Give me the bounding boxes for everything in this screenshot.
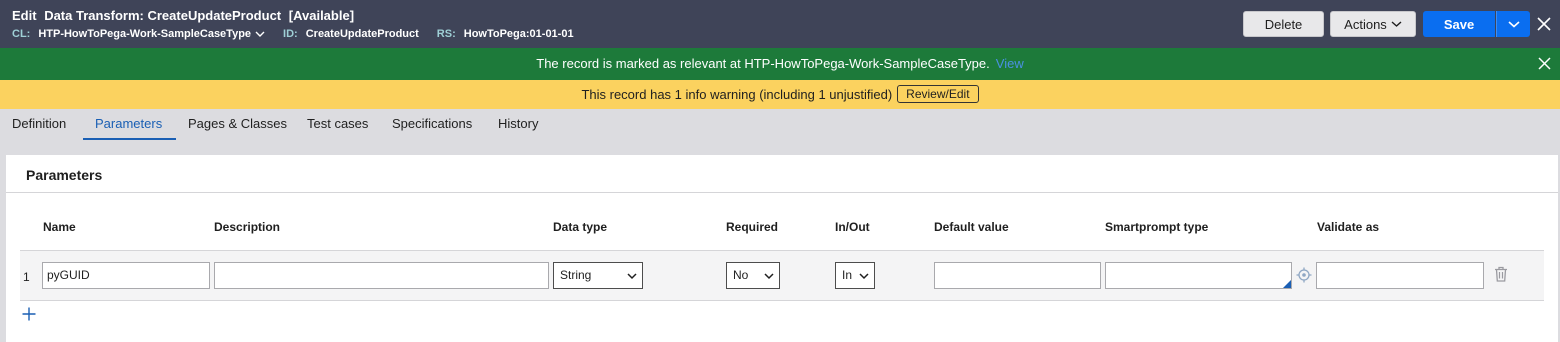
- rs-key: RS:: [436, 28, 456, 40]
- availability-status: [Available]: [288, 8, 355, 23]
- in-out-value: In: [842, 268, 853, 282]
- edit-label: Edit: [12, 8, 37, 23]
- parameter-description-input[interactable]: [214, 262, 549, 289]
- save-label: Save: [1443, 16, 1475, 32]
- id-key: ID:: [283, 28, 298, 40]
- warning-message: This record has 1 info warning (includin…: [581, 86, 893, 102]
- crosshair-icon[interactable]: [1296, 267, 1312, 283]
- warning-banner: This record has 1 info warning (includin…: [0, 80, 1560, 109]
- record-header: Edit Data Transform: CreateUpdateProduct…: [0, 0, 1560, 48]
- trash-icon[interactable]: [1494, 266, 1508, 282]
- column-header-description: Description: [214, 220, 281, 234]
- tab-bar: Definition Parameters Pages & Classes Te…: [0, 109, 1560, 141]
- close-icon[interactable]: [1538, 57, 1551, 70]
- cl-value[interactable]: HTP-HowToPega-Work-SampleCaseType: [38, 28, 251, 40]
- save-menu-button[interactable]: [1496, 11, 1530, 37]
- rs-value: HowToPega:01-01-01: [463, 28, 574, 40]
- row-index: 1: [23, 270, 30, 284]
- column-header-required: Required: [726, 220, 779, 234]
- actions-label: Actions: [1344, 16, 1387, 32]
- cl-key: CL:: [12, 28, 31, 40]
- plus-icon[interactable]: [22, 307, 36, 321]
- parameters-panel: Parameters Name Description Data type Re…: [6, 155, 1558, 342]
- delete-label: Delete: [1264, 16, 1303, 32]
- record-name: Data Transform: CreateUpdateProduct: [44, 8, 282, 23]
- record-title: Edit Data Transform: CreateUpdateProduct…: [12, 8, 354, 23]
- tab-definition[interactable]: Definition: [12, 116, 66, 131]
- id-value: CreateUpdateProduct: [305, 28, 419, 40]
- column-header-name: Name: [43, 220, 76, 234]
- required-select[interactable]: No: [726, 262, 780, 289]
- divider: [6, 192, 1558, 193]
- review-edit-button[interactable]: Review/Edit: [897, 85, 979, 103]
- chevron-down-icon[interactable]: [255, 29, 265, 39]
- chevron-down-icon: [627, 273, 637, 280]
- tab-specifications[interactable]: Specifications: [392, 116, 472, 131]
- tab-test-cases[interactable]: Test cases: [307, 116, 368, 131]
- chevron-down-icon: [764, 273, 774, 280]
- active-tab-indicator: [83, 138, 176, 140]
- relevant-record-banner: The record is marked as relevant at HTP-…: [0, 48, 1560, 80]
- column-header-smartprompt-type: Smartprompt type: [1105, 220, 1209, 234]
- column-header-validate-as: Validate as: [1317, 220, 1380, 234]
- default-value-input[interactable]: [934, 262, 1101, 289]
- tab-history[interactable]: History: [498, 116, 538, 131]
- in-out-select[interactable]: In: [835, 262, 875, 289]
- validate-as-input[interactable]: [1316, 262, 1484, 289]
- column-header-in-out: In/Out: [835, 220, 870, 234]
- autocomplete-indicator-icon: [1283, 280, 1291, 288]
- record-meta: CL: HTP-HowToPega-Work-SampleCaseType ID…: [12, 28, 592, 40]
- table-row: 1 pyGUID String No In: [20, 250, 1544, 301]
- panel-title: Parameters: [26, 167, 103, 183]
- chevron-down-icon: [859, 273, 869, 280]
- actions-button[interactable]: Actions: [1330, 11, 1416, 37]
- close-icon[interactable]: [1537, 17, 1551, 31]
- data-type-select[interactable]: String: [553, 262, 643, 289]
- chevron-down-icon: [1507, 21, 1520, 28]
- smartprompt-type-input[interactable]: [1105, 262, 1292, 289]
- view-link[interactable]: View: [996, 56, 1024, 71]
- required-value: No: [733, 268, 749, 282]
- relevant-message: The record is marked as relevant at HTP-…: [536, 56, 990, 71]
- tab-parameters[interactable]: Parameters: [95, 116, 162, 131]
- tab-pages-classes[interactable]: Pages & Classes: [188, 116, 287, 131]
- column-header-data-type: Data type: [553, 220, 608, 234]
- delete-button[interactable]: Delete: [1243, 11, 1324, 37]
- chevron-down-icon: [1391, 21, 1402, 27]
- parameter-name-input[interactable]: pyGUID: [42, 262, 210, 289]
- data-type-value: String: [560, 268, 592, 282]
- column-header-default-value: Default value: [934, 220, 1009, 234]
- save-button[interactable]: Save: [1423, 11, 1495, 37]
